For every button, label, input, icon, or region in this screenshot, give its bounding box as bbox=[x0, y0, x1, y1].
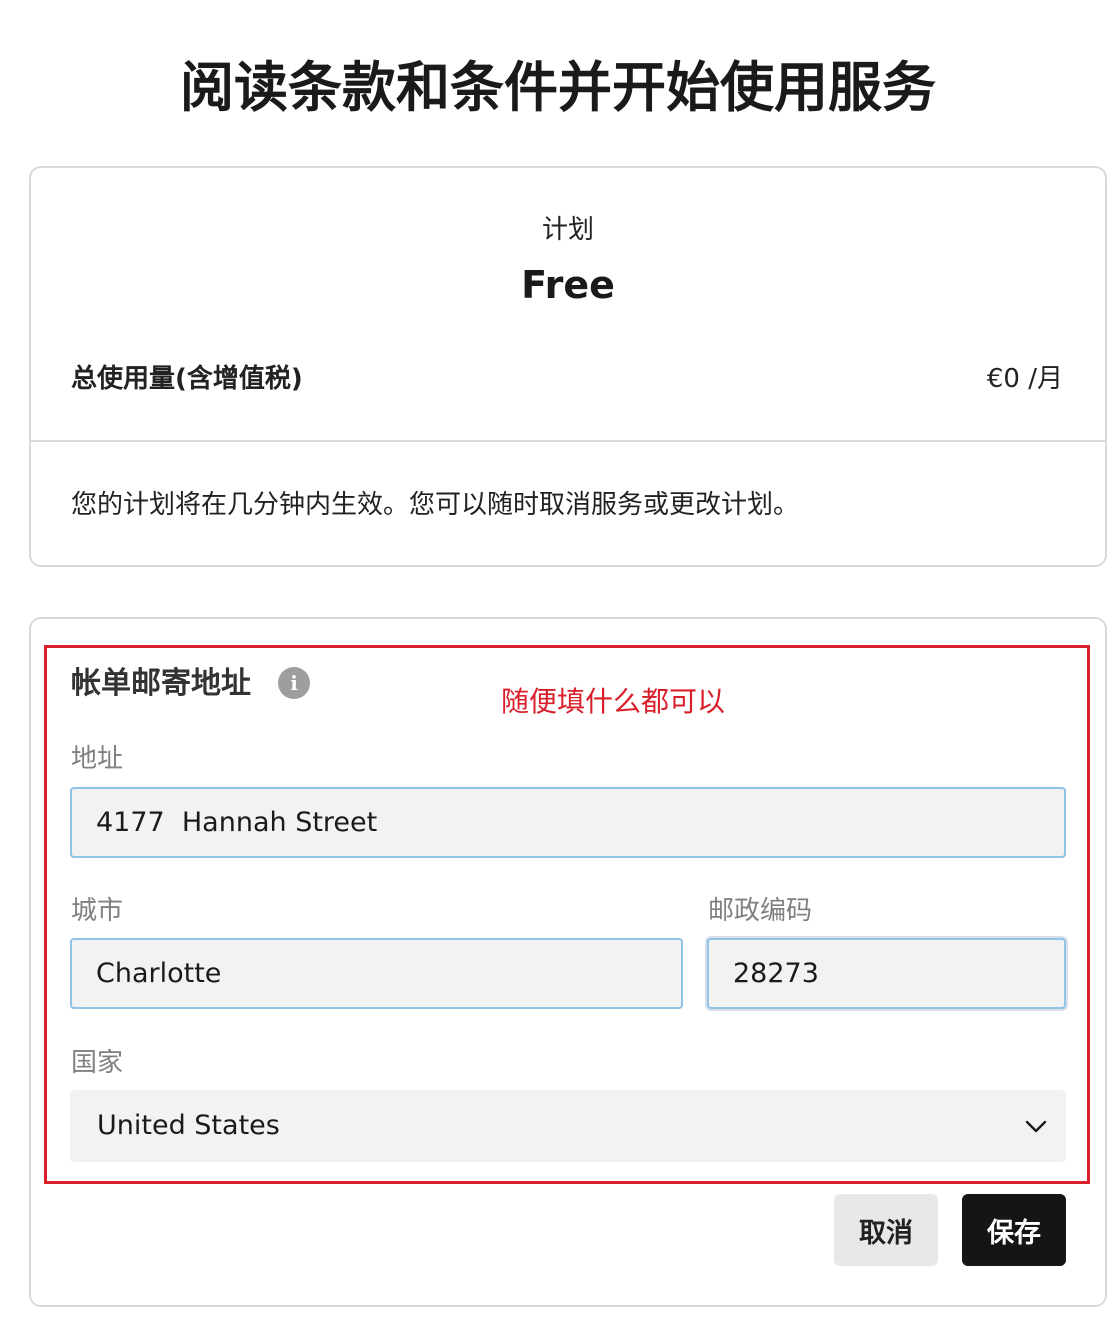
cancel-button[interactable]: 取消 bbox=[834, 1194, 938, 1266]
country-label: 国家 bbox=[71, 1048, 124, 1078]
city-label: 城市 bbox=[71, 896, 124, 926]
plan-label: 计划 bbox=[541, 215, 594, 245]
plan-card: 计划 Free 总使用量(含增值税) €0 /月 您的计划将在几分钟内生效。您可… bbox=[29, 166, 1107, 567]
usage-price: €0 /月 bbox=[986, 364, 1063, 394]
plan-divider bbox=[31, 440, 1105, 442]
postal-code-label: 邮政编码 bbox=[708, 896, 813, 926]
city-input[interactable] bbox=[70, 938, 683, 1009]
plan-note: 您的计划将在几分钟内生效。您可以随时取消服务或更改计划。 bbox=[71, 490, 800, 520]
info-icon[interactable]: i bbox=[278, 667, 310, 699]
address-input[interactable] bbox=[70, 787, 1066, 858]
save-button[interactable]: 保存 bbox=[962, 1194, 1066, 1266]
plan-name: Free bbox=[521, 263, 615, 307]
country-select[interactable]: United States bbox=[70, 1090, 1066, 1162]
page-title: 阅读条款和条件并开始使用服务 bbox=[180, 56, 936, 119]
chevron-down-icon bbox=[1025, 1120, 1047, 1133]
postal-code-input[interactable] bbox=[707, 938, 1066, 1009]
usage-label: 总使用量(含增值税) bbox=[71, 364, 303, 394]
address-label: 地址 bbox=[71, 744, 124, 774]
annotation-note: 随便填什么都可以 bbox=[501, 685, 726, 718]
country-select-value: United States bbox=[97, 1110, 280, 1141]
billing-title: 帐单邮寄地址 bbox=[71, 666, 251, 701]
